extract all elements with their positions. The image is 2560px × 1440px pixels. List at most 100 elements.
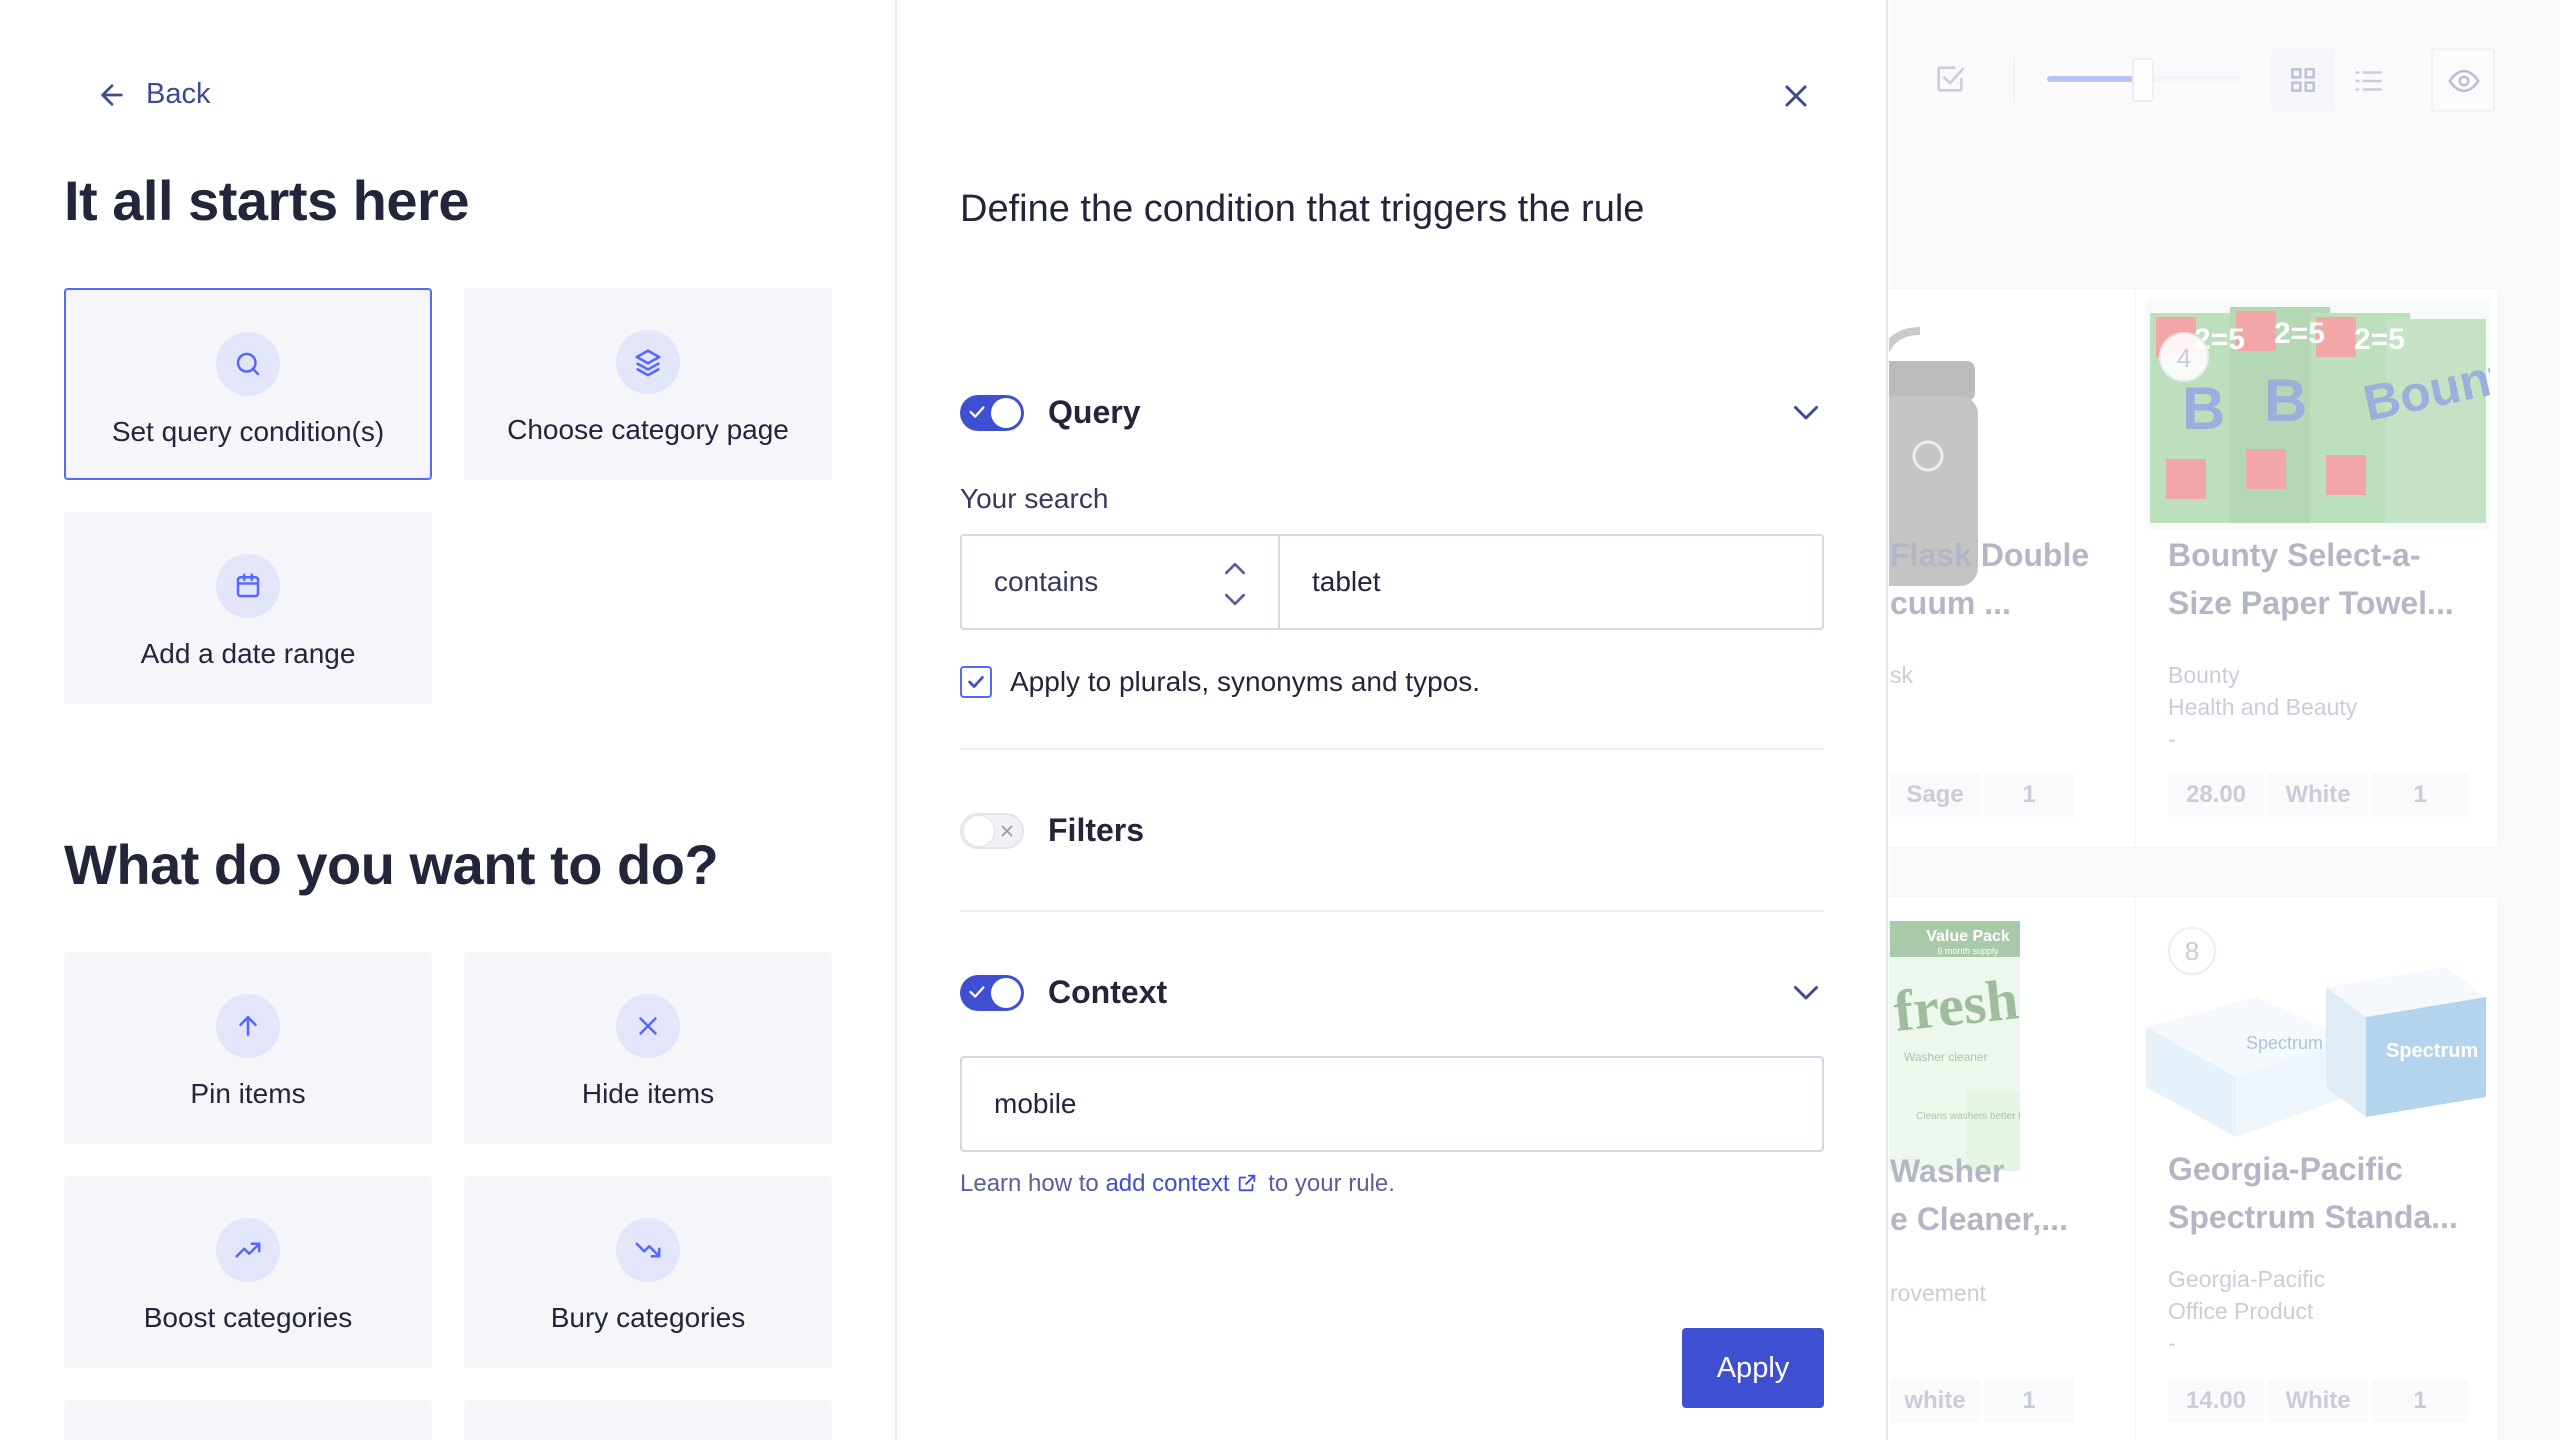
product-rank: 4	[2177, 343, 2191, 373]
section-divider	[960, 910, 1824, 912]
product-brand: rovement	[1890, 1280, 1986, 1306]
pin-items-card[interactable]: Pin items	[64, 952, 432, 1144]
hide-items-card[interactable]: Hide items	[464, 952, 832, 1144]
card-label: Choose category page	[507, 414, 789, 445]
attribute-chip: 14.00	[2168, 1379, 2264, 1423]
more-action-card[interactable]	[64, 1400, 432, 1440]
context-section-header: Context	[960, 974, 1824, 1011]
apply-button[interactable]: Apply	[1682, 1328, 1824, 1408]
external-link-icon	[1238, 1174, 1255, 1192]
check-icon	[969, 985, 985, 998]
bounty-letter-text: B	[2182, 375, 2225, 442]
query-section-header: Query	[960, 394, 1824, 431]
back-button[interactable]: Back	[96, 78, 210, 111]
card-label: Add a date range	[140, 638, 356, 669]
card-label: Boost categories	[143, 1302, 353, 1333]
condition-panel: Define the condition that triggers the r…	[898, 0, 1888, 1440]
chevron-down-icon[interactable]	[1788, 974, 1824, 1010]
attribute-chip: white	[1890, 1379, 1980, 1423]
choose-category-page-card[interactable]: Choose category page	[464, 288, 832, 480]
product-brand: Bounty	[2168, 662, 2240, 688]
chevron-down-icon[interactable]	[1788, 394, 1824, 430]
product-attributes: Sage 1	[1890, 773, 2078, 817]
attribute-chip: 1	[2372, 1379, 2468, 1423]
layers-icon	[616, 330, 680, 394]
help-suffix: to your rule.	[1268, 1170, 1395, 1197]
operator-select[interactable]: contains	[960, 534, 1280, 630]
trending-down-icon	[616, 1218, 680, 1282]
eye-icon	[2448, 69, 2480, 93]
product-title: Size Paper Towel...	[2168, 585, 2454, 621]
apply-variants-checkbox-row[interactable]: Apply to plurals, synonyms and typos.	[960, 666, 1480, 698]
product-attributes: 14.00 White 1	[2168, 1379, 2472, 1423]
toggle-knob	[991, 397, 1021, 428]
attribute-chip: Sage	[1890, 773, 1980, 817]
query-toggle[interactable]	[960, 394, 1024, 431]
product-card[interactable]: 8 Spectrum Spectrum Georgia-Pacific Spec…	[2135, 896, 2499, 1440]
product-brand: Georgia-Pacific	[2168, 1266, 2326, 1292]
check-icon	[969, 405, 985, 418]
query-input[interactable]	[1280, 534, 1824, 630]
attribute-chip: White	[2268, 773, 2368, 817]
card-label: Pin items	[190, 1078, 306, 1109]
panel-title: Define the condition that triggers the r…	[960, 188, 1645, 230]
x-icon	[616, 994, 680, 1058]
add-date-range-card[interactable]: Add a date range	[64, 512, 432, 704]
fresh-brand-text: fresh	[1891, 966, 2020, 1044]
chevron-updown-icon	[1224, 562, 1246, 606]
context-toggle[interactable]	[960, 974, 1024, 1011]
trending-up-icon	[216, 1218, 280, 1282]
query-label: Query	[1048, 394, 1141, 430]
back-label: Back	[146, 78, 211, 110]
toggle-knob	[991, 977, 1021, 1008]
product-title: Bounty Select-a-	[2168, 537, 2421, 573]
fresh-pack-sub-text: 6 month supply	[1937, 946, 1999, 956]
spectrum-brand-text: Spectrum	[2386, 1040, 2478, 1062]
product-attributes: 28.00 White 1	[2168, 773, 2472, 817]
product-title: Washer	[1890, 1153, 2005, 1189]
boost-categories-card[interactable]: Boost categories	[64, 1176, 432, 1368]
product-title: Flask Double	[1890, 537, 2090, 573]
preview-toggle-button[interactable]	[2431, 48, 2495, 112]
fresh-pack-text: Value Pack	[1926, 928, 2010, 945]
card-label: Hide items	[581, 1078, 715, 1109]
action-title: What do you want to do?	[64, 833, 719, 896]
zoom-slider-thumb[interactable]	[2132, 58, 2154, 102]
product-title: Georgia-Pacific	[2168, 1151, 2403, 1187]
section-divider	[960, 748, 1824, 750]
product-attributes: white 1	[1890, 1379, 2078, 1423]
filters-toggle[interactable]	[960, 812, 1024, 849]
filters-label: Filters	[1048, 812, 1145, 848]
x-icon	[1001, 825, 1013, 836]
rule-start-panel: Back It all starts here Set query condit…	[0, 0, 897, 1440]
zoom-slider-fill	[2047, 76, 2141, 82]
query-input-group: contains	[960, 534, 1824, 630]
spectrum-brand-text: Spectrum	[2246, 1033, 2323, 1053]
attribute-chip: 28.00	[2168, 773, 2264, 817]
fresh-claim-text: Cleans washers better than bleach	[1916, 1111, 2020, 1122]
bounty-letter-text: B	[2264, 367, 2307, 434]
context-input[interactable]	[960, 1056, 1824, 1152]
more-action-card[interactable]	[464, 1400, 832, 1440]
start-title: It all starts here	[64, 169, 469, 232]
check-icon	[968, 676, 984, 688]
product-title: Spectrum Standa...	[2168, 1199, 2458, 1235]
set-query-condition-card[interactable]: Set query condition(s)	[64, 288, 432, 480]
toggle-knob	[964, 815, 994, 846]
list-icon[interactable]	[2351, 64, 2385, 98]
attribute-chip: 1	[1984, 1379, 2074, 1423]
grid-view-button[interactable]	[2271, 48, 2335, 112]
apply-variants-checkbox[interactable]	[960, 666, 992, 698]
product-category: Office Product	[2168, 1298, 2314, 1324]
product-dash: -	[2168, 1330, 2176, 1356]
product-dash: -	[2168, 726, 2176, 752]
preview-panel: Flask Double cuum ... sk Sage 1 2=5 2=5 …	[1889, 0, 2560, 1440]
operator-value: contains	[994, 566, 1099, 597]
add-context-link[interactable]: add context	[1105, 1170, 1261, 1197]
bury-categories-card[interactable]: Bury categories	[464, 1176, 832, 1368]
attribute-chip: White	[2268, 1379, 2368, 1423]
close-icon[interactable]	[1778, 78, 1814, 114]
attribute-chip: 1	[2372, 773, 2468, 817]
checkbox-icon[interactable]	[1933, 62, 1967, 96]
product-card[interactable]: 2=5 2=5 2=5 B B Bounty 4 Bounty Select-a…	[2135, 288, 2499, 848]
